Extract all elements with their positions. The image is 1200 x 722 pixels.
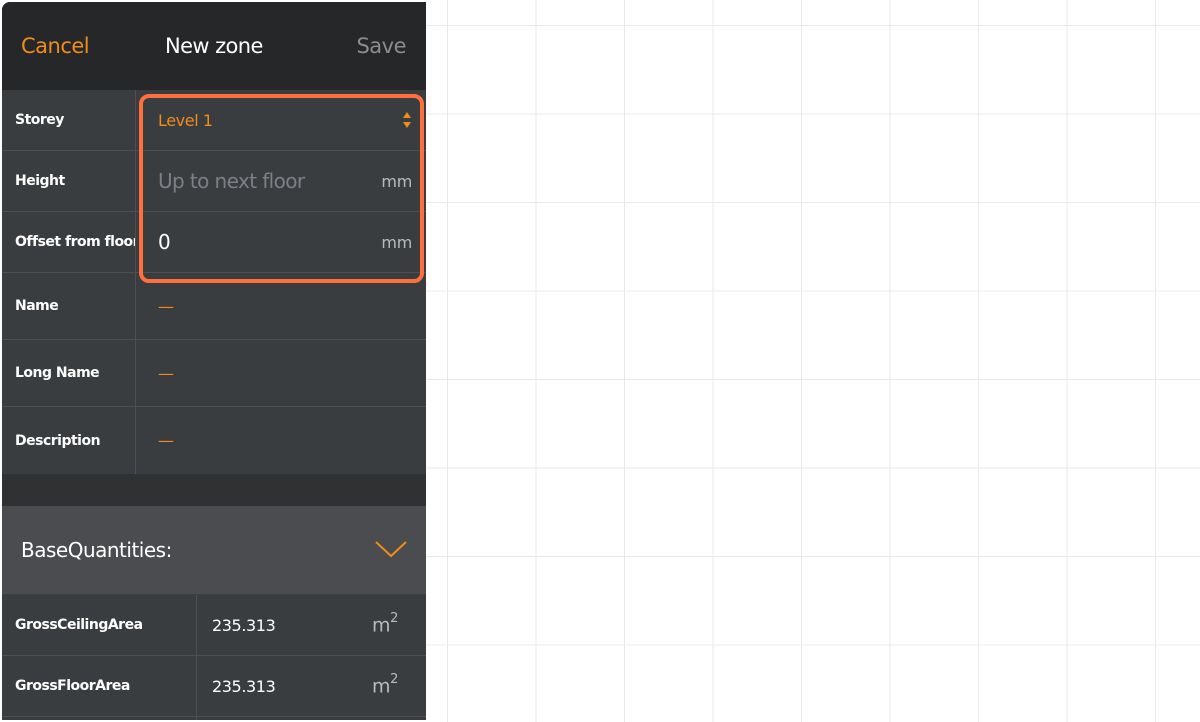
storey-value: Level 1 xyxy=(158,110,213,130)
quantity-row-partial xyxy=(2,717,426,720)
description-value: — xyxy=(158,431,174,450)
description-row: Description — xyxy=(2,407,426,474)
drawing-canvas-grid[interactable] xyxy=(426,0,1200,722)
height-placeholder: Up to next floor xyxy=(158,169,305,193)
quantity-value[interactable]: 235.313 m2 xyxy=(197,656,426,716)
quantity-value[interactable]: 235.313 m2 xyxy=(197,595,426,655)
height-label: Height xyxy=(2,151,136,211)
select-arrows-icon xyxy=(403,112,411,128)
long-name-label: Long Name xyxy=(2,340,136,406)
name-input[interactable]: — xyxy=(136,273,426,339)
name-value: — xyxy=(158,296,174,316)
height-input[interactable]: Up to next floor mm xyxy=(136,151,426,211)
description-label: Description xyxy=(2,407,136,474)
quantity-row-gross-ceiling-area: GrossCeilingArea 235.313 m2 xyxy=(2,595,426,656)
quantity-label: GrossCeilingArea xyxy=(2,595,197,655)
base-quantities-title: BaseQuantities: xyxy=(21,538,172,562)
offset-unit: mm xyxy=(381,232,412,252)
name-row: Name — xyxy=(2,273,426,340)
quantity-number: 235.313 xyxy=(212,676,276,696)
description-input[interactable]: — xyxy=(136,407,426,474)
name-label: Name xyxy=(2,273,136,339)
offset-row: Offset from floor 0 mm xyxy=(2,212,426,273)
height-unit: mm xyxy=(381,171,412,191)
cancel-button[interactable]: Cancel xyxy=(21,34,90,58)
quantity-unit: m2 xyxy=(372,611,398,637)
long-name-row: Long Name — xyxy=(2,340,426,407)
quantity-label: GrossFloorArea xyxy=(2,656,197,716)
quantity-unit: m2 xyxy=(372,672,398,698)
quantity-value-empty xyxy=(197,717,426,720)
height-row: Height Up to next floor mm xyxy=(2,151,426,212)
panel-title: New zone xyxy=(165,34,263,58)
offset-value: 0 xyxy=(158,230,171,254)
long-name-input[interactable]: — xyxy=(136,340,426,406)
long-name-value: — xyxy=(158,363,174,383)
quantity-label-empty xyxy=(2,717,197,720)
storey-row: Storey Level 1 xyxy=(2,90,426,151)
section-divider xyxy=(2,474,426,506)
offset-label: Offset from floor xyxy=(2,212,136,272)
zone-editor-panel: Cancel New zone Save Storey Level 1 Heig… xyxy=(2,2,426,720)
quantity-number: 235.313 xyxy=(212,615,276,635)
storey-label: Storey xyxy=(2,90,136,150)
offset-input[interactable]: 0 mm xyxy=(136,212,426,272)
save-button[interactable]: Save xyxy=(356,34,406,58)
quantity-row-gross-floor-area: GrossFloorArea 235.313 m2 xyxy=(2,656,426,717)
chevron-down-icon[interactable] xyxy=(374,539,408,559)
panel-header: Cancel New zone Save xyxy=(2,2,426,90)
storey-select[interactable]: Level 1 xyxy=(136,90,426,150)
base-quantities-header[interactable]: BaseQuantities: xyxy=(2,506,426,595)
